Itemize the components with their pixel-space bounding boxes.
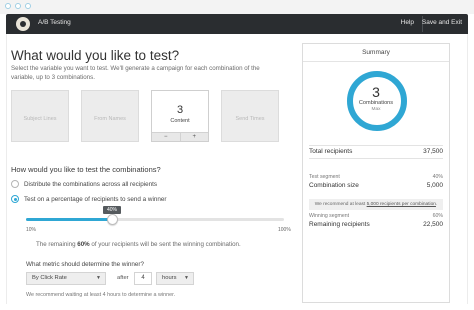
slider-value-tooltip: 40% [103, 206, 121, 214]
total-recipients-row: Total recipients 37,500 [309, 148, 443, 155]
remaining-percentage: 60% [77, 241, 90, 248]
remaining-recipients-row: Remaining recipients 22,500 [309, 221, 443, 228]
recipient-recommendation-note: We recommend at least 5,000 recipients p… [309, 199, 443, 210]
slider-handle[interactable] [106, 214, 118, 225]
save-and-exit-link[interactable]: Save and Exit [422, 19, 462, 26]
wait-amount-input[interactable]: 4 [134, 272, 152, 285]
slider-max-label: 100% [278, 227, 291, 233]
metric-select[interactable]: By Click Rate ▼ [26, 272, 106, 285]
summary-divider [309, 145, 443, 146]
variable-tile-subject-lines[interactable]: Subject Lines [11, 90, 69, 142]
metric-question: What metric should determine the winner? [26, 261, 144, 268]
combinations-sub-label: Max [371, 107, 381, 112]
slider-fill [26, 218, 112, 221]
variable-tile-label: Send Times [235, 116, 265, 122]
combinations-count: 3 [372, 84, 380, 100]
page-title: What would you like to test? [11, 48, 180, 63]
variable-tile-label: From Names [94, 116, 126, 122]
recipients-per-combination-link[interactable]: 5,000 recipients per combination [367, 202, 436, 207]
wait-recommendation: We recommend waiting at least 4 hours to… [26, 292, 176, 298]
chevron-down-icon: ▼ [96, 275, 101, 281]
slider-min-label: 10% [26, 227, 37, 233]
help-link[interactable]: Help [401, 19, 414, 26]
variable-tile-content[interactable]: 3 Content − + [151, 90, 209, 142]
variable-tile-label: Subject Lines [23, 116, 57, 122]
variable-tile-label: Content [170, 118, 190, 124]
remaining-text: The remaining 60% of your recipients wil… [36, 241, 241, 248]
radio-test-percentage-label[interactable]: Test on a percentage of recipients to se… [24, 196, 166, 203]
decrement-button[interactable]: − [152, 132, 181, 141]
increment-button[interactable]: + [180, 132, 208, 141]
variable-tile-from-names[interactable]: From Names [81, 90, 139, 142]
test-segment-row: Test segment 40% [309, 174, 443, 180]
combination-stepper: − + [152, 132, 208, 141]
combinations-label: Combinations [358, 100, 394, 106]
window-close-icon[interactable] [5, 3, 11, 9]
summary-panel: Summary 3 Combinations Max Total recipie… [302, 43, 450, 303]
variable-count: 3 [176, 104, 184, 116]
winning-segment-row: Winning segment 60% [309, 213, 443, 219]
summary-divider [309, 158, 443, 159]
radio-test-percentage[interactable] [11, 195, 19, 203]
window-chrome [0, 0, 474, 14]
logo-icon[interactable] [16, 17, 30, 31]
chevron-down-icon: ▼ [184, 275, 189, 281]
window-maximize-icon[interactable] [25, 3, 31, 9]
window-minimize-icon[interactable] [15, 3, 21, 9]
app-title: A/B Testing [38, 19, 71, 26]
radio-distribute-label[interactable]: Distribute the combinations across all r… [24, 181, 157, 188]
combination-size-row: Combination size 5,000 [309, 182, 443, 189]
intro-text: Select the variable you want to test. We… [11, 65, 260, 81]
summary-title: Summary [303, 44, 449, 62]
wait-unit-select[interactable]: hours ▼ [156, 272, 194, 285]
test-method-question: How would you like to test the combinati… [11, 165, 161, 174]
test-segment-slider[interactable] [26, 218, 284, 221]
variable-tile-send-times[interactable]: Send Times [221, 90, 279, 142]
app-header: A/B Testing Help Save and Exit [6, 14, 468, 34]
after-label: after [117, 275, 129, 281]
radio-distribute[interactable] [11, 180, 19, 188]
